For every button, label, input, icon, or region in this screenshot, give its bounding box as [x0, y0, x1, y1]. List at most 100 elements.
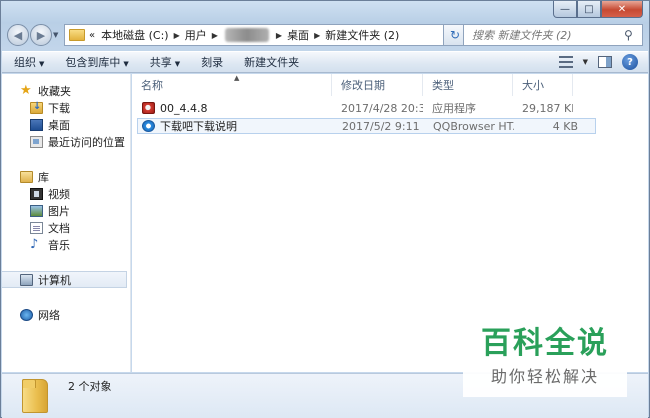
sidebar-item-label: 下载 — [48, 101, 70, 115]
column-label: 名称 — [141, 79, 163, 92]
app-icon — [142, 102, 155, 114]
forward-button[interactable]: ▶ — [30, 24, 52, 46]
breadcrumb-label: 本地磁盘 (C:) — [101, 29, 169, 42]
breadcrumb-separator-icon[interactable]: ▶ — [212, 31, 218, 40]
folder-icon — [22, 379, 48, 413]
sidebar-item-documents[interactable]: 文档 — [2, 219, 130, 236]
explorer-window: — □ ✕ ◀ ▶ ▼ « 本地磁盘 (C:) ▶ 用户 ▶ ▶ 桌面 ▶ 新建文件夹… — [0, 0, 650, 418]
address-overflow-chevron[interactable]: « — [89, 30, 95, 41]
column-header-type[interactable]: 类型 — [423, 74, 513, 96]
back-arrow-icon: ◀ — [13, 28, 23, 42]
preview-pane-icon[interactable] — [598, 56, 612, 68]
breadcrumb-local-disk[interactable]: 本地磁盘 (C:) ▶ — [101, 27, 185, 43]
forward-arrow-icon: ▶ — [36, 28, 46, 42]
favorites-header[interactable]: ★ 收藏夹 — [2, 82, 130, 99]
sidebar-item-computer[interactable]: 计算机 — [2, 271, 127, 288]
recent-places-icon — [30, 135, 43, 148]
computer-group: 计算机 — [2, 271, 130, 288]
watermark-subtitle: 助你轻松解决 — [490, 367, 599, 386]
sidebar-item-label: 图片 — [48, 204, 70, 218]
sidebar-item-videos[interactable]: 视频 — [2, 185, 130, 202]
breadcrumb-separator-icon[interactable]: ▶ — [174, 31, 180, 40]
breadcrumb-username-redacted[interactable]: ▶ — [223, 28, 287, 42]
file-size: 4 KB — [552, 119, 578, 133]
folder-icon — [69, 29, 85, 41]
new-folder-button[interactable]: 新建文件夹 — [244, 54, 299, 70]
sidebar-item-downloads[interactable]: 下载 — [2, 99, 130, 116]
chevron-down-icon: ▼ — [39, 60, 45, 68]
column-header-name[interactable]: 名称 — [132, 74, 332, 96]
refresh-icon: ↻ — [449, 28, 461, 42]
burn-button[interactable]: 刻录 — [201, 54, 223, 70]
favorites-label: 收藏夹 — [38, 84, 71, 98]
library-icon — [20, 170, 33, 183]
sidebar-item-label: 桌面 — [48, 118, 70, 132]
column-headers: ▲ 名称 修改日期 类型 大小 — [132, 74, 648, 96]
breadcrumb-users[interactable]: 用户 ▶ — [185, 27, 223, 43]
chevron-down-icon: ▼ — [174, 60, 181, 68]
share-label: 共享 — [149, 56, 172, 69]
column-label: 大小 — [522, 79, 544, 92]
sidebar-item-label: 视频 — [48, 187, 70, 201]
libraries-group: 库 视频 图片 文档 ♪ 音乐 — [2, 168, 130, 253]
recent-pages-dropdown[interactable]: ▼ — [53, 31, 63, 39]
file-modified: 2017/5/2 9:11 — [342, 119, 420, 133]
picture-icon — [30, 204, 43, 217]
share-menu[interactable]: 共享 ▼ — [150, 54, 180, 70]
file-row[interactable]: 00_4.4.8 2017/4/28 20:38 应用程序 29,187 KB — [132, 100, 648, 116]
command-bar: 组织 ▼ 包含到库中 ▼ 共享 ▼ 刻录 新建文件夹 ▼ ? — [2, 51, 648, 73]
computer-icon — [20, 273, 33, 286]
breadcrumb-label: 桌面 — [287, 29, 310, 42]
breadcrumb-desktop[interactable]: 桌面 ▶ — [287, 27, 325, 43]
view-options-dropdown[interactable]: ▼ — [583, 58, 588, 66]
organize-label: 组织 — [14, 56, 36, 69]
file-name: 下载吧下载说明 — [160, 120, 237, 133]
sidebar-item-pictures[interactable]: 图片 — [2, 202, 130, 219]
include-in-library-label: 包含到库中 — [65, 56, 121, 69]
window-controls: — □ ✕ — [553, 1, 643, 18]
file-name-cell: 下载吧下载说明 — [138, 118, 333, 134]
downloads-folder-icon — [30, 101, 43, 114]
sidebar-item-desktop[interactable]: 桌面 — [2, 116, 130, 133]
back-button[interactable]: ◀ — [7, 24, 29, 46]
maximize-button[interactable]: □ — [577, 1, 601, 18]
desktop-icon — [30, 118, 43, 131]
sidebar-item-label: 音乐 — [48, 238, 70, 252]
file-type: QQBrowser HT... — [433, 119, 514, 133]
sidebar-item-recent-places[interactable]: 最近访问的位置 — [2, 133, 130, 150]
column-label: 修改日期 — [341, 79, 385, 92]
breadcrumb-separator-icon[interactable]: ▶ — [276, 31, 282, 40]
file-name-cell: 00_4.4.8 — [132, 102, 332, 115]
libraries-header[interactable]: 库 — [2, 168, 130, 185]
star-icon: ★ — [20, 82, 32, 98]
favorites-group: ★ 收藏夹 下载 桌面 最近访问的位置 — [2, 82, 130, 150]
help-icon[interactable]: ? — [622, 54, 638, 70]
column-header-size[interactable]: 大小 — [513, 74, 573, 96]
column-header-modified[interactable]: 修改日期 — [332, 74, 423, 96]
address-bar[interactable]: « 本地磁盘 (C:)▶ 用户▶ ▶ 桌面▶ 新建文件夹 (2) ▼ — [64, 24, 462, 46]
close-button[interactable]: ✕ — [601, 1, 643, 18]
search-icon[interactable]: ⚲ — [624, 28, 642, 42]
change-view-icon[interactable] — [558, 56, 573, 68]
search-input[interactable] — [464, 28, 624, 42]
file-type: 应用程序 — [432, 102, 476, 115]
item-count: 2 个对象 — [68, 380, 112, 393]
file-modified: 2017/4/28 20:38 — [341, 101, 423, 115]
navigation-pane: ★ 收藏夹 下载 桌面 最近访问的位置 库 视频 图片 文档 ♪ 音乐 计算机 网络 — [2, 74, 131, 372]
include-in-library-menu[interactable]: 包含到库中 ▼ — [65, 54, 128, 70]
sidebar-item-label: 文档 — [48, 221, 70, 235]
file-row-selected[interactable]: 下载吧下载说明 2017/5/2 9:11 QQBrowser HT... 4 … — [137, 118, 596, 134]
sidebar-item-music[interactable]: ♪ 音乐 — [2, 236, 130, 253]
sort-ascending-icon: ▲ — [234, 74, 240, 82]
computer-label: 计算机 — [38, 273, 71, 287]
breadcrumb-new-folder-2[interactable]: 新建文件夹 (2) — [325, 27, 399, 43]
sidebar-item-network[interactable]: 网络 — [2, 306, 130, 323]
sidebar-item-label: 最近访问的位置 — [48, 135, 125, 149]
libraries-label: 库 — [38, 170, 49, 184]
breadcrumb-label: 新建文件夹 (2) — [325, 29, 400, 42]
breadcrumb-separator-icon[interactable]: ▶ — [314, 31, 320, 40]
network-icon — [20, 308, 33, 321]
file-size: 29,187 KB — [522, 101, 573, 115]
organize-menu[interactable]: 组织 ▼ — [14, 54, 44, 70]
minimize-button[interactable]: — — [553, 1, 577, 18]
